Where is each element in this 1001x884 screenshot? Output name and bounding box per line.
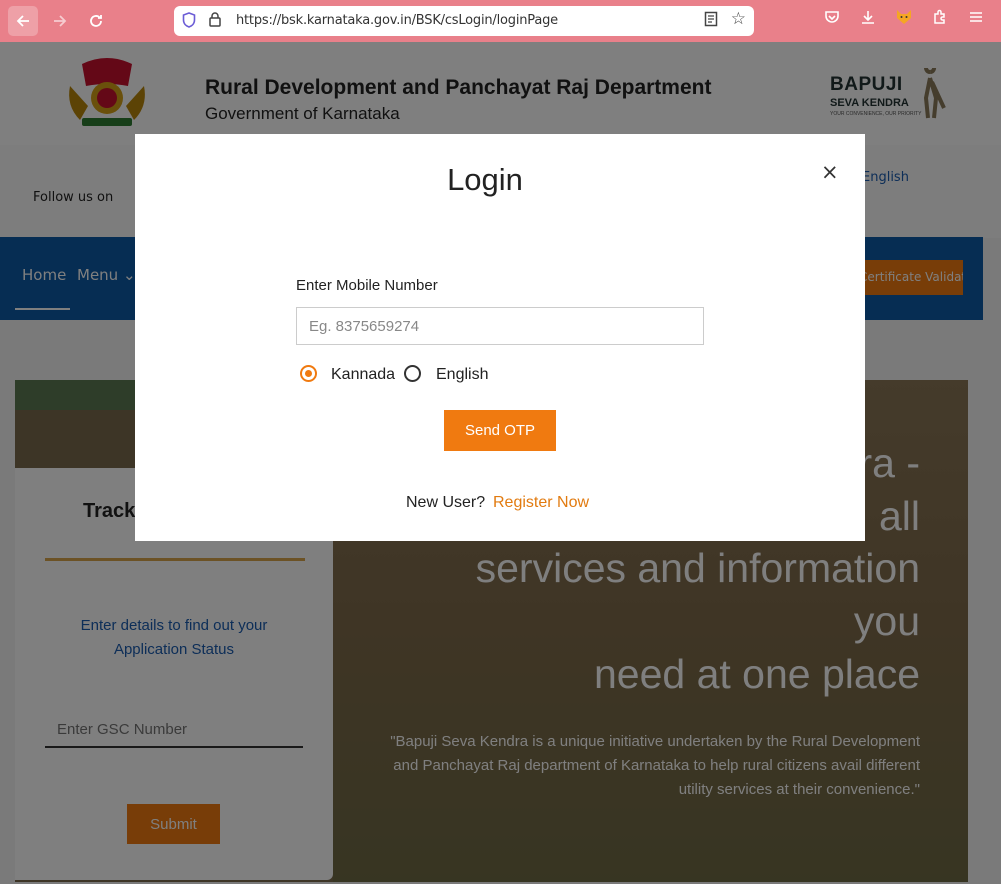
new-user-label: New User? [406, 494, 486, 511]
send-otp-button[interactable]: Send OTP [444, 410, 556, 451]
url-text[interactable]: https://bsk.karnataka.gov.in/BSK/csLogin… [236, 13, 558, 28]
lock-icon[interactable] [208, 11, 222, 31]
kannada-radio[interactable] [300, 365, 317, 382]
menu-icon[interactable] [965, 9, 987, 29]
mobile-number-input[interactable] [296, 307, 704, 345]
shield-icon[interactable] [182, 12, 196, 32]
arrow-left-icon [16, 15, 29, 27]
extensions-icon[interactable] [929, 9, 951, 29]
pocket-icon[interactable] [821, 9, 843, 29]
close-icon[interactable]: × [821, 160, 839, 184]
address-bar[interactable]: https://bsk.karnataka.gov.in/BSK/csLogin… [174, 6, 754, 36]
extension-fox-icon[interactable] [893, 9, 915, 29]
back-button[interactable] [8, 6, 38, 36]
bookmark-star-icon[interactable]: ☆ [731, 9, 746, 29]
english-radio[interactable] [404, 365, 421, 382]
download-icon[interactable] [857, 9, 879, 29]
browser-toolbar: https://bsk.karnataka.gov.in/BSK/csLogin… [0, 0, 1001, 42]
reader-view-icon[interactable] [704, 11, 718, 31]
reload-button[interactable] [81, 6, 111, 36]
reload-icon [90, 15, 102, 27]
kannada-label[interactable]: Kannada [331, 366, 395, 384]
login-modal: Login × Enter Mobile Number Kannada Engl… [135, 134, 865, 541]
modal-title: Login [447, 162, 523, 197]
mobile-number-label: Enter Mobile Number [296, 277, 438, 294]
arrow-right-icon [54, 15, 67, 27]
forward-button[interactable] [45, 6, 75, 36]
register-now-link[interactable]: Register Now [493, 494, 589, 512]
english-label[interactable]: English [436, 366, 488, 384]
